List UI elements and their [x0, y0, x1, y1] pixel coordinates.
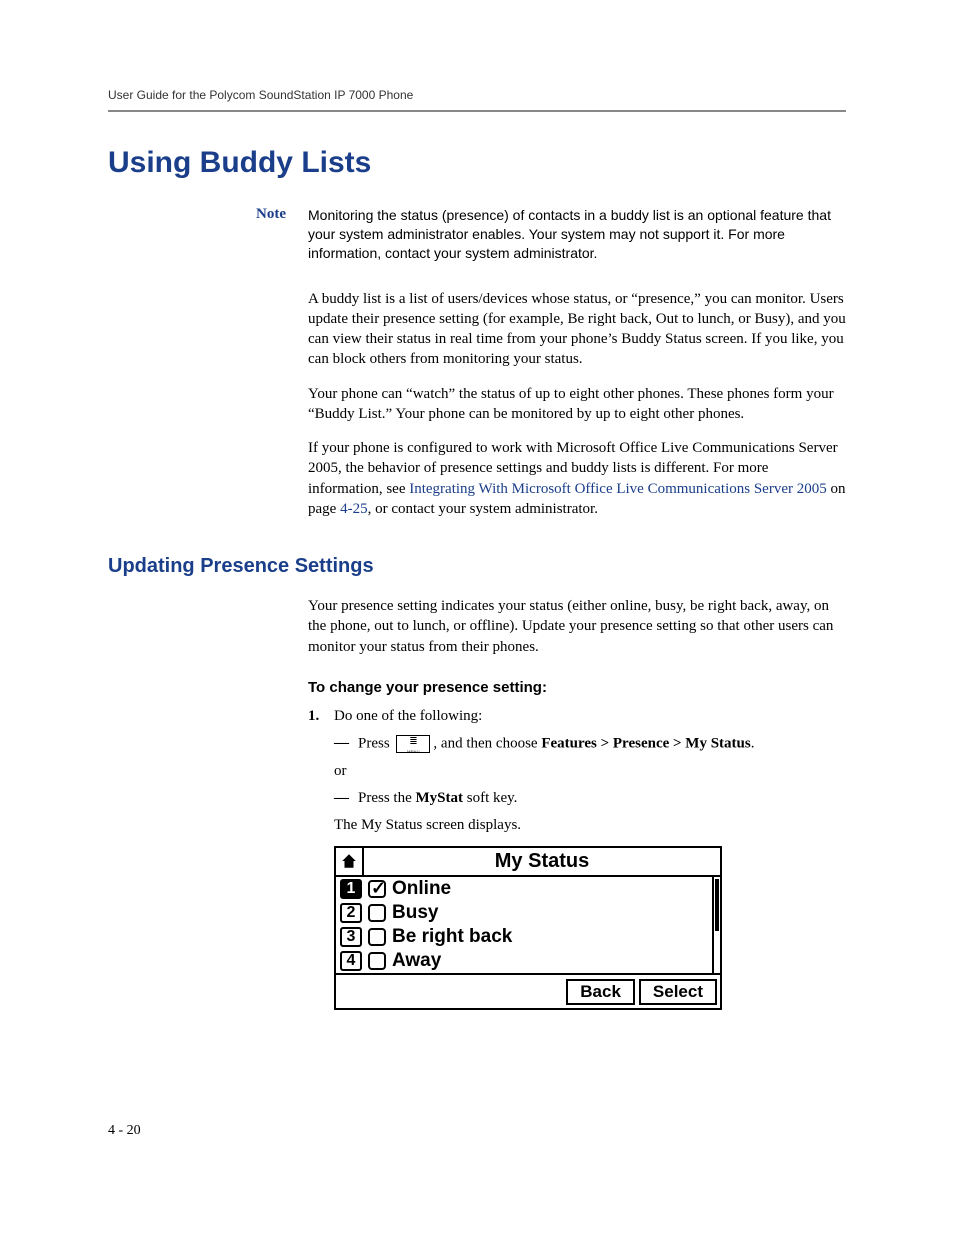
menu-path: Features > Presence > My Status	[541, 735, 750, 751]
select-softkey: Select	[639, 979, 717, 1005]
paragraph: Your phone can “watch” the status of up …	[308, 384, 846, 425]
radio-icon	[368, 904, 386, 922]
document-page: User Guide for the Polycom SoundStation …	[0, 0, 954, 1235]
body-text-block: Your presence setting indicates your sta…	[308, 596, 846, 1010]
running-header: User Guide for the Polycom SoundStation …	[108, 88, 846, 112]
status-option: 4 Away	[336, 949, 710, 973]
radio-checked-icon	[368, 880, 386, 898]
text-run: .	[751, 735, 755, 751]
numbered-step: 1. Do one of the following:	[308, 708, 846, 725]
text-run: , or contact your system administrator.	[368, 501, 598, 517]
softkey-name: MyStat	[416, 790, 464, 806]
status-option: 1 Online	[336, 877, 710, 901]
or-separator: or	[334, 763, 846, 780]
keycap: 3	[340, 927, 362, 947]
substep: — Press ≣MENU, and then choose Features …	[334, 735, 846, 753]
paragraph: Your presence setting indicates your sta…	[308, 596, 846, 657]
option-label: Away	[392, 950, 441, 972]
page-number: 4 - 20	[108, 1123, 141, 1139]
paragraph: If your phone is configured to work with…	[308, 438, 846, 519]
bullet-dash: —	[334, 735, 358, 752]
note-label: Note	[108, 206, 308, 223]
text-run: soft key.	[463, 790, 517, 806]
step-number: 1.	[308, 708, 334, 725]
keycap: 1	[340, 879, 362, 899]
phone-title-text: My Status	[364, 848, 720, 875]
note-body: Monitoring the status (presence) of cont…	[308, 206, 846, 263]
back-softkey: Back	[566, 979, 635, 1005]
softkey-bar: Back Select	[336, 973, 720, 1008]
option-label: Online	[392, 878, 451, 900]
substep-text: Press the MyStat soft key.	[358, 790, 517, 807]
body-text-block: A buddy list is a list of users/devices …	[308, 289, 846, 520]
cross-reference-link[interactable]: Integrating With Microsoft Office Live C…	[409, 481, 827, 497]
keycap: 2	[340, 903, 362, 923]
procedure-heading: To change your presence setting:	[308, 679, 846, 696]
status-option: 3 Be right back	[336, 925, 710, 949]
paragraph: A buddy list is a list of users/devices …	[308, 289, 846, 370]
text-run: , and then choose	[433, 735, 541, 751]
section-heading: Using Buddy Lists	[108, 146, 846, 180]
status-option: 2 Busy	[336, 901, 710, 925]
phone-screenshot: My Status 1 Online 2 Busy 3 Be right b	[334, 846, 722, 1010]
option-label: Busy	[392, 902, 438, 924]
scrollbar	[712, 877, 720, 973]
page-reference-link[interactable]: 4-25	[340, 501, 368, 517]
bullet-dash: —	[334, 790, 358, 807]
radio-icon	[368, 928, 386, 946]
text-run: Press	[358, 735, 393, 751]
subsection-heading: Updating Presence Settings	[108, 555, 846, 578]
substep: — Press the MyStat soft key.	[334, 790, 846, 807]
option-label: Be right back	[392, 926, 512, 948]
phone-option-list: 1 Online 2 Busy 3 Be right back 4	[336, 877, 720, 973]
menu-key-icon: ≣MENU	[396, 735, 430, 753]
step-text: Do one of the following:	[334, 708, 846, 725]
home-icon	[336, 848, 364, 875]
phone-title-bar: My Status	[336, 848, 720, 877]
substep-text: Press ≣MENU, and then choose Features > …	[358, 735, 754, 753]
note-block: Note Monitoring the status (presence) of…	[108, 206, 846, 263]
text-run: Press the	[358, 790, 416, 806]
result-text: The My Status screen displays.	[334, 817, 846, 834]
keycap: 4	[340, 951, 362, 971]
radio-icon	[368, 952, 386, 970]
